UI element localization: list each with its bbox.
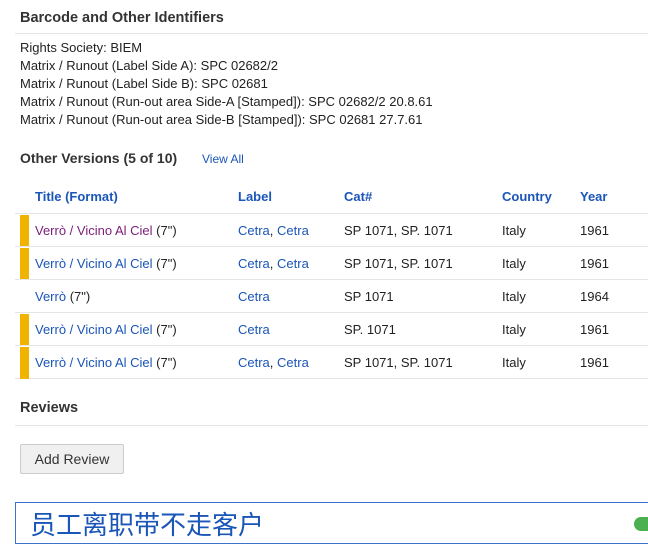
- version-country-cell: Italy: [502, 322, 526, 337]
- version-format: (7"): [156, 256, 177, 271]
- version-country-cell: Italy: [502, 355, 526, 370]
- table-row: Verrò (7") Cetra SP 1071 Italy 1964: [15, 279, 648, 312]
- identifier-line: Rights Society: BIEM: [20, 40, 143, 55]
- table-body: Verrò / Vicino Al Ciel (7") Cetra, Cetra S…: [15, 213, 648, 379]
- label-separator: ,: [269, 256, 278, 271]
- label-link[interactable]: Cetra: [238, 256, 270, 271]
- version-title-cell: Verrò / Vicino Al Ciel (7"): [35, 256, 177, 271]
- version-title-cell: Verrò / Vicino Al Ciel (7"): [35, 355, 177, 370]
- version-format: (7"): [69, 289, 91, 304]
- version-marker: [20, 347, 29, 379]
- add-review-button[interactable]: Add Review: [20, 444, 124, 474]
- table-row: Verrò / Vicino Al Ciel (7") Cetra, Cetra S…: [15, 246, 648, 280]
- label-link[interactable]: Cetra: [238, 322, 270, 337]
- version-cat-cell: SP 1071, SP. 1071: [344, 355, 453, 370]
- table-row: Verrò / Vicino Al Ciel (7") Cetra, Cetra S…: [15, 345, 648, 379]
- version-marker: [20, 215, 29, 247]
- version-year-cell: 1961: [580, 223, 609, 238]
- version-label-cell: Cetra, Cetra: [238, 355, 309, 370]
- label-link[interactable]: Cetra: [238, 223, 270, 238]
- label-link[interactable]: Cetra: [238, 355, 270, 370]
- version-year-cell: 1961: [580, 355, 609, 370]
- version-format: (7"): [156, 223, 177, 238]
- identifier-line: Matrix / Runout (Label Side B): SPC 0268…: [20, 76, 268, 91]
- column-header-country[interactable]: Country: [502, 189, 552, 204]
- column-header-label[interactable]: Label: [238, 189, 272, 204]
- reviews-title: Reviews: [20, 400, 79, 416]
- version-title-cell: Verrò / Vicino Al Ciel (7"): [35, 322, 177, 337]
- label-link[interactable]: Cetra: [277, 223, 309, 238]
- version-title-link[interactable]: Verrò / Vicino Al Ciel: [35, 322, 153, 337]
- ad-text[interactable]: 员工离职带不走客户: [30, 505, 264, 542]
- version-label-cell: Cetra: [238, 322, 270, 337]
- version-title-link[interactable]: Verrò / Vicino Al Ciel: [35, 256, 153, 271]
- version-country-cell: Italy: [502, 289, 526, 304]
- version-marker: [20, 248, 29, 280]
- version-country-cell: Italy: [502, 223, 526, 238]
- identifiers-title: Barcode and Other Identifiers: [20, 10, 224, 26]
- column-header-cat[interactable]: Cat#: [344, 189, 372, 204]
- version-title-cell: Verrò (7"): [35, 289, 90, 304]
- label-link[interactable]: Cetra: [238, 289, 270, 304]
- label-link[interactable]: Cetra: [277, 355, 309, 370]
- label-link[interactable]: Cetra: [277, 256, 309, 271]
- version-label-cell: Cetra, Cetra: [238, 256, 309, 271]
- version-title-link[interactable]: Verrò / Vicino Al Ciel: [35, 355, 153, 370]
- table-row: Verrò / Vicino Al Ciel (7") Cetra SP. 1071…: [15, 312, 648, 346]
- table-row: Verrò / Vicino Al Ciel (7") Cetra, Cetra S…: [15, 213, 648, 247]
- table-header: Title (Format) Label Cat# Country Year: [15, 181, 648, 213]
- version-marker: [20, 314, 29, 346]
- view-all-link[interactable]: View All: [202, 152, 244, 166]
- version-cat-cell: SP 1071, SP. 1071: [344, 223, 453, 238]
- version-format: (7"): [156, 322, 177, 337]
- ad-banner[interactable]: 员工离职带不走客户: [15, 502, 648, 544]
- version-cat-cell: SP. 1071: [344, 322, 396, 337]
- identifier-line: Matrix / Runout (Label Side A): SPC 0268…: [20, 58, 278, 73]
- version-country-cell: Italy: [502, 256, 526, 271]
- version-cat-cell: SP 1071, SP. 1071: [344, 256, 453, 271]
- column-header-year[interactable]: Year: [580, 189, 607, 204]
- divider: [15, 33, 648, 34]
- version-title-link[interactable]: Verrò: [35, 289, 66, 304]
- version-title-cell: Verrò / Vicino Al Ciel (7"): [35, 223, 177, 238]
- identifiers-list: Rights Society: BIEM Matrix / Runout (La…: [20, 39, 433, 129]
- version-label-cell: Cetra, Cetra: [238, 223, 309, 238]
- label-separator: ,: [269, 223, 278, 238]
- divider: [15, 425, 648, 426]
- version-title-link[interactable]: Verrò / Vicino Al Ciel: [35, 223, 153, 238]
- other-versions-title: Other Versions (5 of 10): [20, 150, 178, 166]
- version-label-cell: Cetra: [238, 289, 270, 304]
- ad-badge[interactable]: [634, 517, 648, 531]
- version-format: (7"): [156, 355, 177, 370]
- identifier-line: Matrix / Runout (Run-out area Side-B [St…: [20, 112, 423, 127]
- identifier-line: Matrix / Runout (Run-out area Side-A [St…: [20, 94, 433, 109]
- label-separator: ,: [269, 355, 278, 370]
- version-cat-cell: SP 1071: [344, 289, 394, 304]
- versions-table: Title (Format) Label Cat# Country Year V…: [15, 181, 648, 379]
- version-year-cell: 1964: [580, 289, 609, 304]
- version-year-cell: 1961: [580, 256, 609, 271]
- column-header-title[interactable]: Title (Format): [35, 189, 118, 204]
- version-year-cell: 1961: [580, 322, 609, 337]
